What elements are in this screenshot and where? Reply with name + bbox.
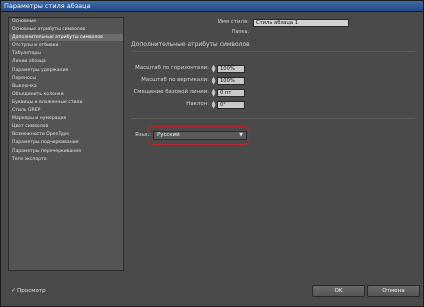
vscale-stepper[interactable]: ▲ ▼	[211, 77, 216, 86]
sidebar-item[interactable]: Переносы	[9, 75, 123, 83]
sidebar-item[interactable]: Возможности OpenType	[9, 131, 123, 139]
section-title: Дополнительные атрибуты символов	[131, 41, 250, 48]
sidebar-item[interactable]: Буквицы и вложенные стили	[9, 99, 123, 107]
window-title: Параметры стиля абзаца	[4, 2, 91, 10]
hscale-label: Масштаб по горизонтали:	[135, 65, 209, 71]
ok-button[interactable]: OK	[312, 285, 365, 297]
baseline-shift-input[interactable]: 0 пт	[217, 89, 245, 97]
sidebar-item[interactable]: Выключка	[9, 83, 123, 91]
sidebar-item[interactable]: Теги экспорта	[9, 156, 123, 164]
style-name-input[interactable]: Стиль абзаца 1	[253, 19, 349, 27]
sidebar-item[interactable]: Основные	[9, 18, 123, 26]
section-divider	[131, 51, 415, 52]
sidebar-item[interactable]: Табуляторы	[9, 50, 123, 58]
hscale-input[interactable]: 100%	[217, 65, 245, 73]
style-name-label: Имя стиля:	[217, 19, 249, 25]
sidebar-item[interactable]: Параметры перечеркивания	[9, 148, 123, 156]
location-label: Папка:	[231, 30, 249, 35]
settings-panel: Имя стиля: Стиль абзаца 1 Папка: Дополни…	[127, 15, 419, 271]
paragraph-style-options-dialog: Параметры стиля абзаца Основные Основные …	[0, 0, 424, 307]
sidebar-item[interactable]: Линии абзаца	[9, 58, 123, 66]
skew-input[interactable]: 0°	[217, 101, 245, 109]
sidebar-item[interactable]: Цвет символов	[9, 123, 123, 131]
sidebar-item[interactable]: Дополнительные атрибуты символов	[9, 34, 123, 43]
sidebar-item[interactable]: Параметры подчеркивания	[9, 139, 123, 147]
dialog-footer: ✓Просмотр OK Отмена	[1, 279, 423, 307]
sidebar-item[interactable]: Параметры удержания	[9, 67, 123, 75]
cancel-button[interactable]: Отмена	[367, 285, 420, 297]
checkmark-icon: ✓	[11, 287, 17, 294]
skew-label: Наклон:	[186, 101, 209, 107]
category-list[interactable]: Основные Основные атрибуты символов Дополн…	[8, 17, 124, 271]
preview-label: Просмотр	[17, 288, 46, 294]
vscale-input[interactable]: 100%	[217, 77, 245, 85]
language-dropdown[interactable]: Русский ▼	[153, 131, 247, 140]
preview-checkbox[interactable]: ✓Просмотр	[11, 287, 46, 294]
fields-divider	[131, 118, 415, 119]
baseline-shift-label: Смещение базовой линии:	[133, 89, 209, 95]
skew-stepper[interactable]: ▲ ▼	[211, 101, 216, 110]
vscale-label: Масштаб по вертикали:	[141, 77, 209, 83]
language-value: Русский	[157, 132, 180, 138]
title-bar: Параметры стиля абзаца	[1, 1, 423, 12]
hscale-stepper[interactable]: ▲ ▼	[211, 65, 216, 74]
baseline-shift-stepper[interactable]: ▲ ▼	[211, 89, 216, 98]
sidebar-item[interactable]: Стиль GREP	[9, 107, 123, 115]
sidebar-item[interactable]: Отступы и отбивки	[9, 42, 123, 50]
sidebar-item[interactable]: Маркеры и нумерация	[9, 115, 123, 123]
chevron-down-icon: ▼	[239, 132, 243, 138]
sidebar-item[interactable]: Объединить колонки	[9, 91, 123, 99]
sidebar-item[interactable]: Основные атрибуты символов	[9, 26, 123, 34]
